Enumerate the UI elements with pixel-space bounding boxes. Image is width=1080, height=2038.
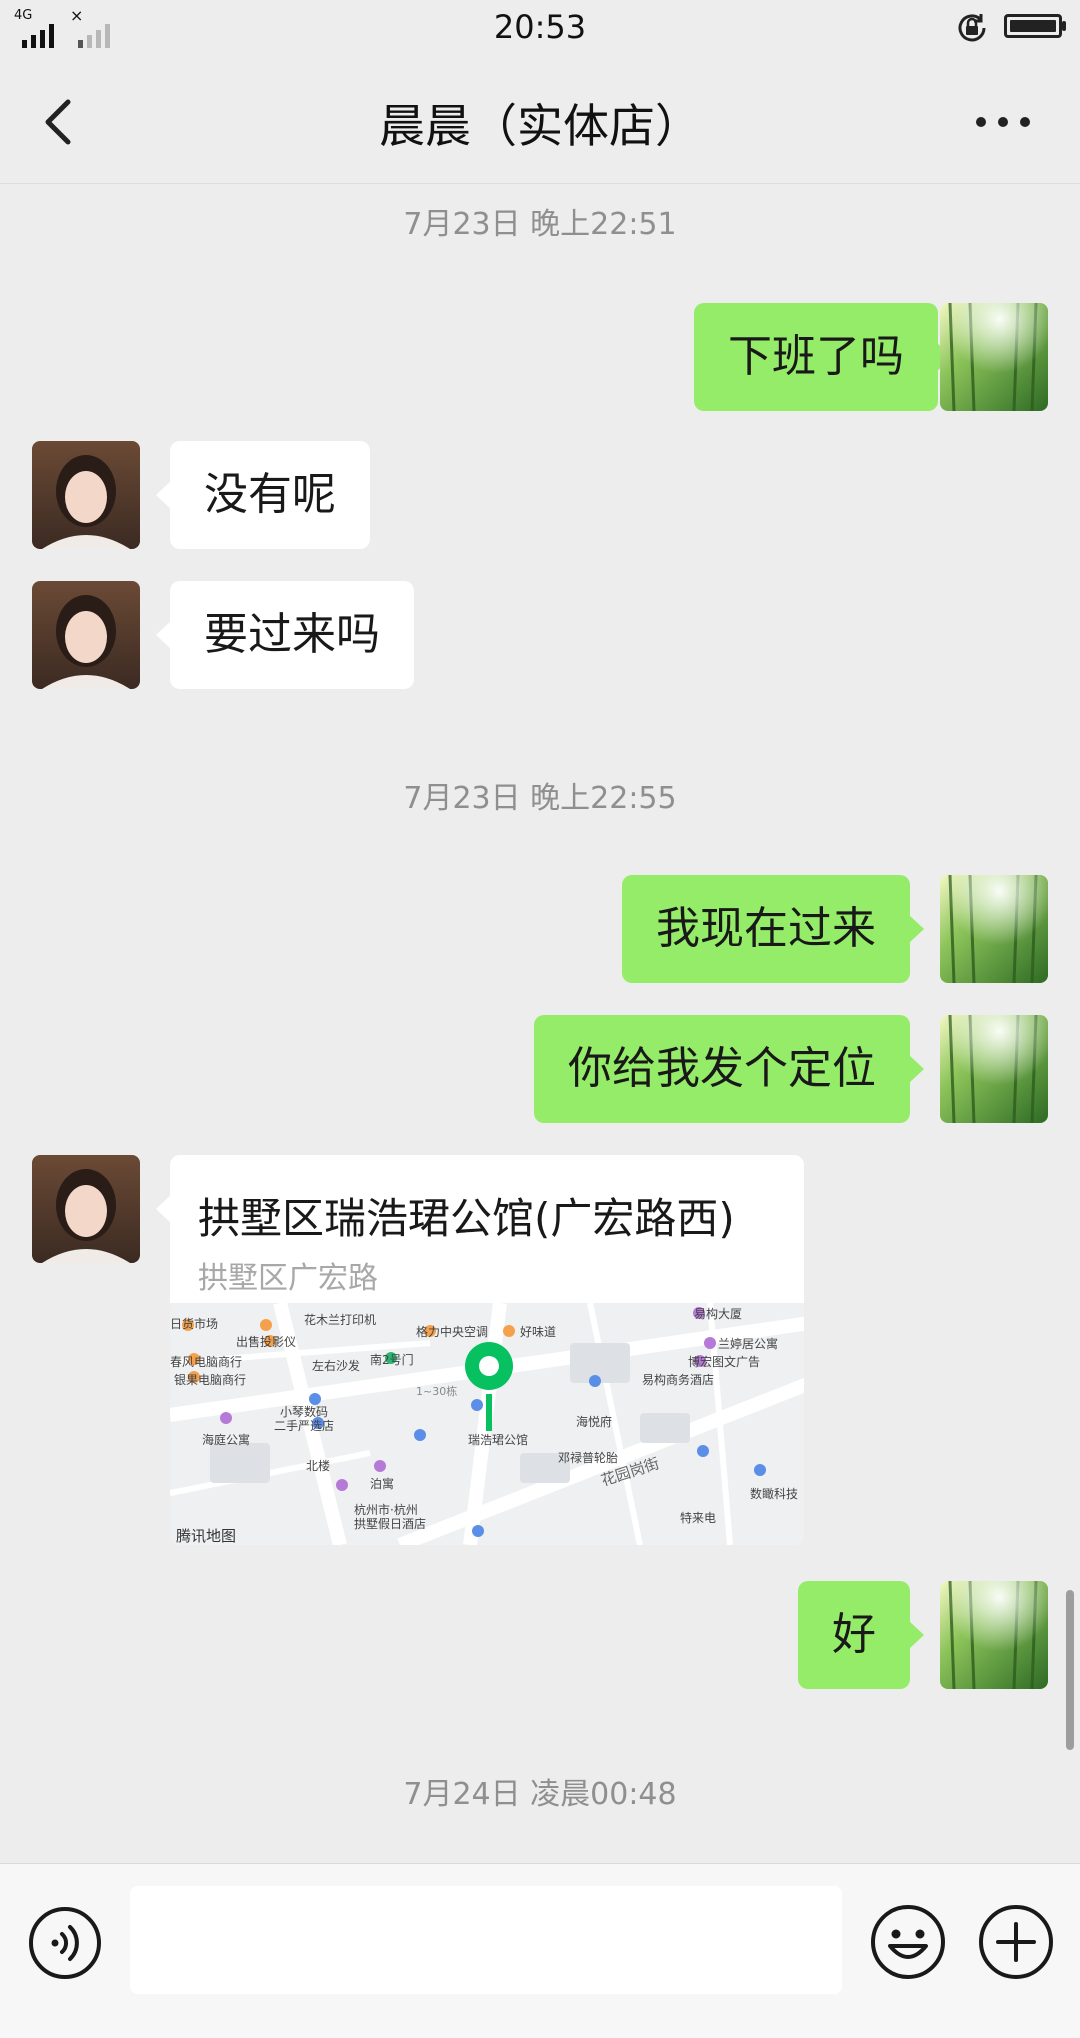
map-label: 邓禄普轮胎: [558, 1451, 619, 1465]
timestamp: 7月23日 晚上22:51: [403, 207, 677, 242]
timestamp: 7月23日 晚上22:55: [403, 781, 677, 816]
map-label: 左右沙发: [312, 1359, 361, 1373]
contact-avatar[interactable]: [32, 441, 140, 549]
contact-avatar[interactable]: [32, 581, 140, 689]
location-address: 拱墅区广宏路: [198, 1261, 378, 1296]
map-label: 数瞰科技: [750, 1487, 799, 1501]
map-label: 拱墅假日酒店: [354, 1517, 427, 1531]
my-avatar[interactable]: [940, 1015, 1048, 1123]
voice-button[interactable]: [28, 1906, 102, 1980]
map-label: 格力中央空调: [416, 1325, 489, 1339]
page-title: 晨晨（实体店）: [379, 99, 701, 153]
emoji-button[interactable]: [870, 1904, 946, 1980]
map-label: 泊寓: [370, 1477, 395, 1491]
location-map[interactable]: 日货市场 出售投影仪 花木兰打印机 格力中央空调 好味道 易构大厦 兰婷居公寓 …: [170, 1303, 804, 1545]
message-bubble-sent[interactable]: 下班了吗: [694, 303, 952, 411]
map-label: 兰婷居公寓: [718, 1337, 779, 1351]
map-label: 好味道: [520, 1325, 557, 1339]
plus-circle-icon: [979, 1905, 1053, 1979]
more-dots-icon: [976, 117, 1030, 127]
map-label: 1~30栋: [416, 1385, 458, 1398]
message-bubble-received[interactable]: 要过来吗: [156, 581, 414, 689]
map-label: 花木兰打印机: [304, 1313, 377, 1327]
message-bubble-sent[interactable]: 我现在过来: [622, 875, 924, 983]
bubble-arrow: [156, 1195, 171, 1223]
map-label: 易构大厦: [694, 1307, 743, 1321]
my-avatar[interactable]: [940, 875, 1048, 983]
more-functions-button[interactable]: [978, 1904, 1054, 1980]
status-bar: 4G × 20:53: [0, 0, 1080, 58]
map-label: 春风电脑商行: [170, 1355, 243, 1369]
emoji-icon: [871, 1905, 945, 1979]
map-label: 特来电: [680, 1511, 717, 1525]
my-avatar[interactable]: [940, 303, 1048, 411]
map-label: 博宏图文广告: [688, 1355, 761, 1369]
my-avatar[interactable]: [940, 1581, 1048, 1689]
map-label: 海悦府: [576, 1415, 613, 1429]
rotation-lock-icon: [958, 14, 986, 42]
message-bubble-sent[interactable]: 好: [798, 1581, 924, 1689]
location-message-card[interactable]: 拱墅区瑞浩珺公馆(广宏路西) 拱墅区广宏路 日货市场 出售投影仪 花木兰打印机 …: [170, 1155, 804, 1545]
map-label: 海庭公寓: [202, 1433, 251, 1447]
map-provider-logo: 腾讯地图: [176, 1527, 237, 1545]
chat-scrollbar[interactable]: [1066, 1590, 1074, 1750]
contact-avatar[interactable]: [32, 1155, 140, 1263]
nav-bar: 晨晨（实体店）: [0, 58, 1080, 184]
message-bubble-sent[interactable]: 你给我发个定位: [534, 1015, 924, 1123]
input-bar: [0, 1863, 1080, 2038]
map-label: 南2号门: [370, 1353, 414, 1367]
map-label: 瑞浩珺公馆: [468, 1433, 529, 1447]
more-button[interactable]: [968, 98, 1038, 146]
map-label: 银果电脑商行: [174, 1373, 247, 1387]
timestamp: 7月24日 凌晨00:48: [403, 1777, 677, 1812]
status-time: 20:53: [493, 8, 587, 46]
battery-icon: [1004, 14, 1062, 38]
map-label: 出售投影仪: [236, 1335, 297, 1349]
voice-icon: [29, 1907, 101, 1979]
map-label: 易构商务酒店: [642, 1373, 715, 1387]
map-label: 日货市场: [170, 1317, 219, 1331]
chat-area[interactable]: 7月23日 晚上22:51 下班了吗 没有呢 要过来吗 7月23日 晚上22:5…: [0, 185, 1080, 1863]
message-input[interactable]: [130, 1886, 842, 1994]
map-label: 二手严选店: [274, 1419, 335, 1433]
location-title: 拱墅区瑞浩珺公馆(广宏路西): [198, 1194, 735, 1243]
message-bubble-received[interactable]: 没有呢: [156, 441, 370, 549]
chevron-left-icon: [45, 99, 71, 145]
map-label: 北楼: [306, 1459, 331, 1473]
back-button[interactable]: [30, 92, 90, 152]
